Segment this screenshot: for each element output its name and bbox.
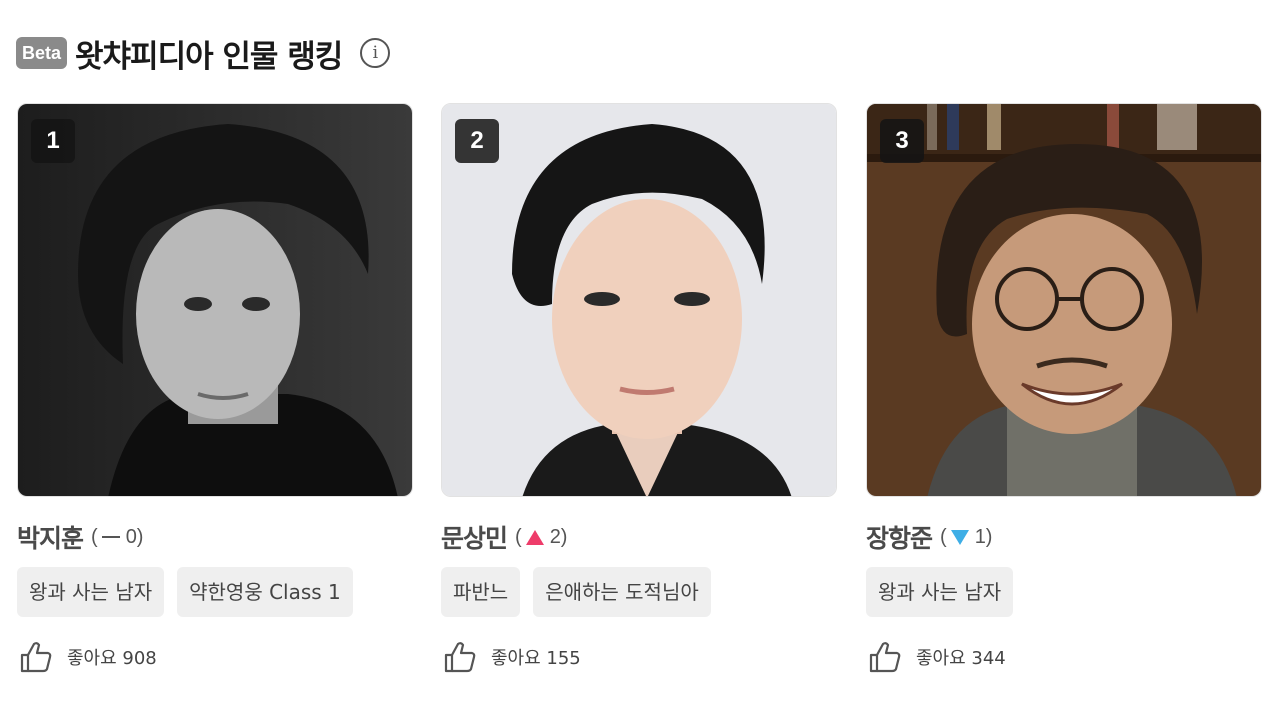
rank-change-value: 2) bbox=[549, 525, 568, 548]
rank-change: ( 1) bbox=[940, 526, 992, 549]
person-name[interactable]: 박지훈 bbox=[17, 519, 84, 555]
page-header: Beta 왓챠피디아 인물 랭킹 i bbox=[16, 32, 391, 75]
work-tag[interactable]: 은애하는 도적님아 bbox=[533, 567, 711, 617]
like-row: 좋아요 908 bbox=[17, 639, 413, 675]
work-tag[interactable]: 약한영웅 Class 1 bbox=[177, 567, 353, 617]
person-card-3[interactable]: 3 장항준 ( 1) 왕과 사는 남자 좋아요 344 bbox=[866, 103, 1262, 675]
triangle-down-icon bbox=[950, 529, 969, 545]
portrait-image bbox=[18, 104, 412, 496]
triangle-up-icon bbox=[525, 529, 544, 545]
thumbs-up-icon[interactable] bbox=[443, 640, 477, 674]
work-tag[interactable]: 왕과 사는 남자 bbox=[17, 567, 165, 617]
like-row: 좋아요 344 bbox=[866, 639, 1262, 675]
person-name[interactable]: 장항준 bbox=[866, 519, 933, 555]
beta-badge: Beta bbox=[16, 37, 68, 69]
name-row: 장항준 ( 1) bbox=[866, 519, 1262, 555]
name-row: 박지훈 ( 0) bbox=[17, 519, 413, 555]
rank-badge: 2 bbox=[455, 119, 499, 163]
person-card-2[interactable]: 2 문상민 ( 2) 파반느 은애하는 도적님아 좋아요 155 bbox=[441, 103, 837, 675]
rank-change-open: ( bbox=[91, 525, 98, 548]
rank-badge: 1 bbox=[31, 119, 75, 163]
rank-change-value: 0) bbox=[125, 525, 144, 548]
thumbs-up-icon[interactable] bbox=[19, 640, 53, 674]
name-row: 문상민 ( 2) bbox=[441, 519, 837, 555]
info-icon[interactable]: i bbox=[360, 38, 391, 68]
person-name[interactable]: 문상민 bbox=[441, 519, 508, 555]
person-photo[interactable]: 3 bbox=[866, 103, 1262, 497]
like-count: 좋아요 155 bbox=[491, 648, 581, 669]
rank-change-value: 1) bbox=[974, 525, 993, 548]
rank-change: ( 0) bbox=[91, 526, 143, 549]
work-tags: 왕과 사는 남자 bbox=[866, 567, 1262, 617]
person-photo[interactable]: 1 bbox=[17, 103, 413, 497]
person-photo[interactable]: 2 bbox=[441, 103, 837, 497]
rank-badge: 3 bbox=[880, 119, 924, 163]
portrait-image bbox=[867, 104, 1261, 496]
thumbs-up-icon[interactable] bbox=[868, 640, 902, 674]
page-title: 왓챠피디아 인물 랭킹 bbox=[75, 38, 343, 75]
like-count: 좋아요 908 bbox=[67, 648, 157, 669]
work-tags: 왕과 사는 남자 약한영웅 Class 1 bbox=[17, 567, 413, 617]
rank-change: ( 2) bbox=[515, 526, 567, 549]
rank-change-open: ( bbox=[515, 525, 522, 548]
person-card-1[interactable]: 1 박지훈 ( 0) 왕과 사는 남자 약한영웅 Class 1 좋아요 908 bbox=[17, 103, 413, 675]
like-count: 좋아요 344 bbox=[916, 648, 1006, 669]
portrait-image bbox=[442, 104, 836, 496]
work-tag[interactable]: 왕과 사는 남자 bbox=[866, 567, 1014, 617]
dash-icon bbox=[101, 536, 120, 538]
work-tag[interactable]: 파반느 bbox=[441, 567, 521, 617]
like-row: 좋아요 155 bbox=[441, 639, 837, 675]
work-tags: 파반느 은애하는 도적님아 bbox=[441, 567, 837, 617]
rank-change-open: ( bbox=[940, 525, 947, 548]
